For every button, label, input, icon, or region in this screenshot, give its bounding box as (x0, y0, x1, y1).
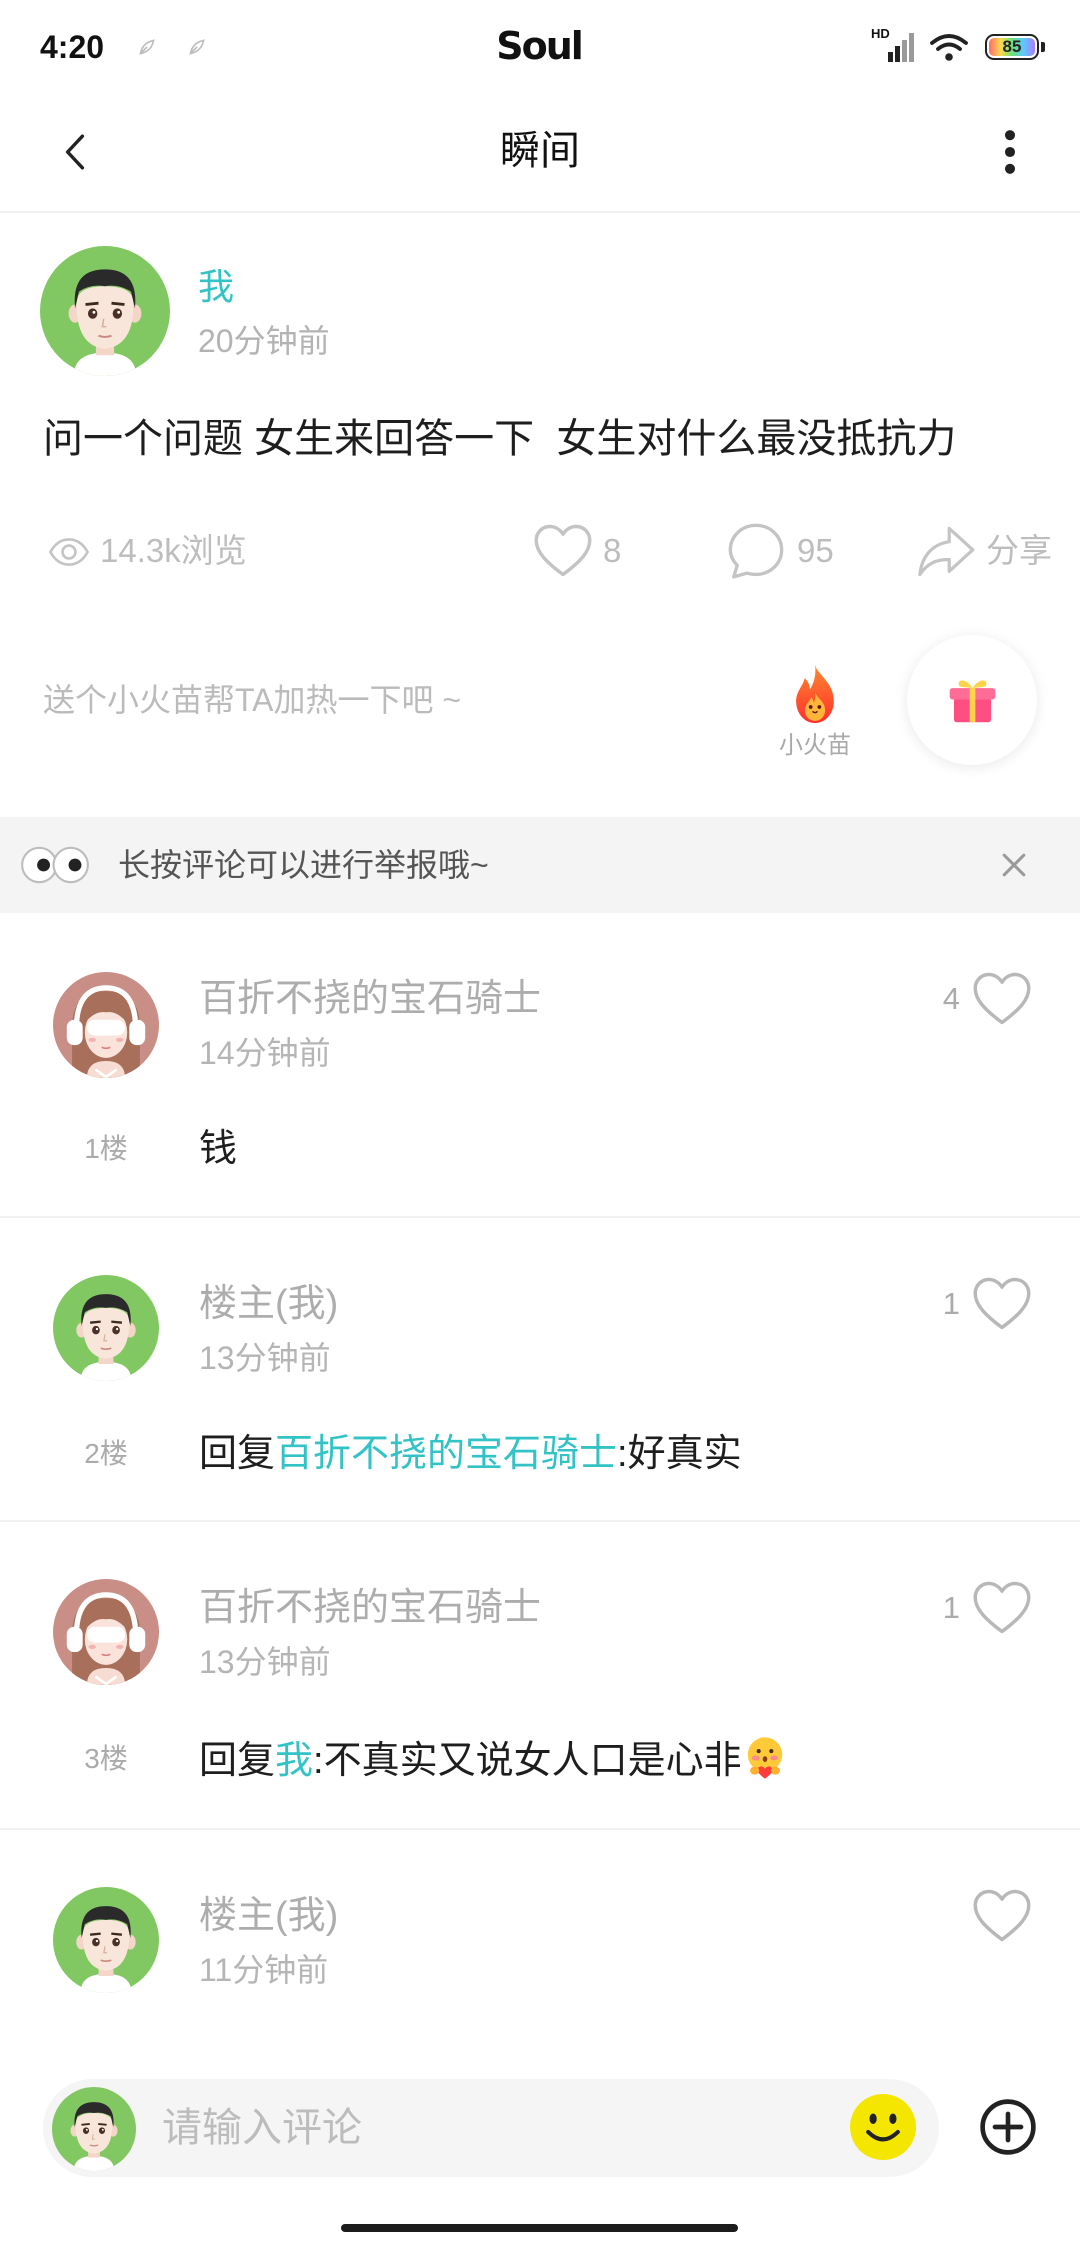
reply-mention[interactable]: 我 (275, 1740, 313, 1782)
comment-like-count: 1 (942, 1590, 960, 1625)
commenter-avatar[interactable] (53, 1275, 159, 1381)
reply-prefix: 回复 (199, 1433, 276, 1475)
share-label[interactable]: 分享 (986, 531, 1052, 571)
comment-item[interactable]: 楼主(我) 13分钟前 1 2楼 回复百折不挠的宝石骑士:好真实 (0, 1218, 1080, 1522)
comment-floor: 3楼 (84, 1743, 128, 1774)
commenter-name[interactable]: 楼主(我) (199, 1893, 338, 1939)
more-vertical-icon[interactable] (1004, 128, 1016, 176)
eye-icon (48, 537, 90, 567)
comment-content: 回复我:不真实又说女人口是心非 (199, 1735, 788, 1785)
status-app-name: Soul (496, 24, 584, 68)
comment-timestamp: 13分钟前 (199, 1644, 331, 1680)
comment-input[interactable] (162, 2100, 802, 2156)
comment-text: :不真实又说女人口是心非 (313, 1740, 742, 1782)
view-count: 14.3k浏览 (100, 532, 247, 569)
comment-count: 95 (797, 532, 834, 569)
comment-like-heart-icon[interactable] (972, 971, 1032, 1027)
fire-icon[interactable] (786, 662, 844, 726)
battery-tip (1041, 42, 1045, 52)
gift-button[interactable] (907, 635, 1037, 765)
comment-item[interactable]: 百折不挠的宝石骑士 14分钟前 4 1楼 钱 (0, 913, 1080, 1218)
commenter-avatar[interactable] (53, 1887, 159, 1993)
shy-emoji-icon (742, 1735, 788, 1781)
share-arrow-icon[interactable] (916, 524, 976, 580)
comment-like-count: 4 (942, 981, 960, 1016)
like-count: 8 (603, 532, 622, 569)
comment-bubble-icon[interactable] (727, 522, 785, 580)
commenter-name[interactable]: 百折不挠的宝石骑士 (199, 976, 541, 1022)
reply-mention[interactable]: 百折不挠的宝石骑士 (275, 1433, 617, 1475)
post-text: 问一个问题 女生来回答一下 女生对什么最没抵抗力 (43, 417, 957, 461)
signal-icon (870, 30, 916, 64)
wifi-icon (928, 32, 970, 62)
comment-text: :好真实 (617, 1433, 742, 1475)
post-author-name[interactable]: 我 (198, 265, 234, 309)
commenter-name[interactable]: 楼主(我) (199, 1281, 338, 1327)
fire-label[interactable]: 小火苗 (765, 731, 865, 761)
comment-floor: 1楼 (84, 1133, 128, 1164)
notification-icon (136, 36, 158, 58)
page-title: 瞬间 (500, 129, 580, 173)
plus-circle-icon[interactable] (979, 2098, 1037, 2156)
post-author-avatar[interactable] (40, 246, 170, 376)
gift-icon (944, 671, 1001, 728)
my-avatar[interactable] (52, 2087, 136, 2171)
comment-like-heart-icon[interactable] (972, 1276, 1032, 1332)
comment-text: 钱 (199, 1128, 238, 1170)
commenter-name[interactable]: 百折不挠的宝石骑士 (199, 1585, 541, 1631)
comment-timestamp: 13分钟前 (199, 1340, 331, 1376)
comment-timestamp: 11分钟前 (199, 1952, 329, 1988)
commenter-avatar[interactable] (53, 1579, 159, 1685)
reply-prefix: 回复 (199, 1740, 276, 1782)
comment-like-heart-icon[interactable] (972, 1888, 1032, 1944)
commenter-avatar[interactable] (53, 972, 159, 1078)
comment-floor: 2楼 (84, 1438, 128, 1469)
comment-timestamp: 14分钟前 (199, 1035, 331, 1071)
boost-prompt: 送个小火苗帮TA加热一下吧 ~ (43, 682, 462, 718)
comment-content: 钱 (199, 1125, 237, 1173)
comment-like-heart-icon[interactable] (972, 1580, 1032, 1636)
battery-level: 85 (989, 38, 1035, 56)
header-divider (0, 211, 1080, 213)
report-notice-text: 长按评论可以进行举报哦~ (118, 847, 489, 883)
emoji-button-icon[interactable] (850, 2094, 916, 2160)
close-icon[interactable] (1000, 851, 1028, 879)
comment-item[interactable]: 百折不挠的宝石骑士 13分钟前 1 3楼 回复我:不真实又说女人口是心非 (0, 1522, 1080, 1830)
battery-icon: 85 (985, 34, 1039, 60)
comment-like-count: 1 (942, 1286, 960, 1321)
eyes-icon (20, 845, 90, 885)
like-heart-icon[interactable] (533, 523, 593, 579)
status-time: 4:20 (40, 29, 105, 65)
post-timestamp: 20分钟前 (198, 323, 330, 359)
comment-item[interactable]: 楼主(我) 11分钟前 (0, 1830, 1080, 2060)
home-indicator[interactable] (341, 2224, 738, 2232)
notification-icon (186, 36, 208, 58)
comment-content: 回复百折不挠的宝石骑士:好真实 (199, 1430, 742, 1478)
